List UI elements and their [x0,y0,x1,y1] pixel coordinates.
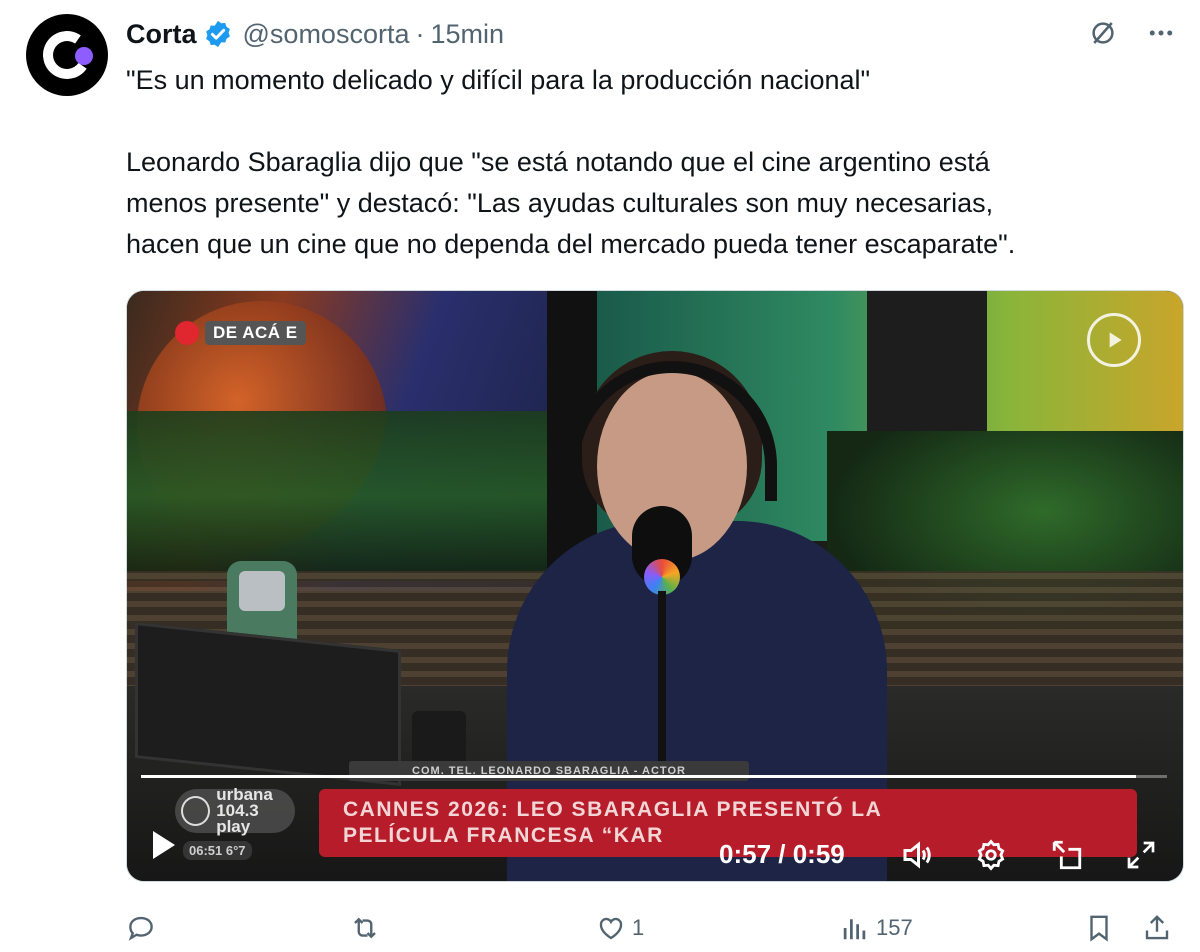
video-progress-fill [141,775,1137,778]
video-time: 0:57 / 0:59 [719,839,845,869]
reply-button[interactable] [126,913,350,943]
views-button[interactable]: 157 [840,913,1084,943]
plants-left [127,411,547,581]
reply-icon [128,916,153,941]
channel-watermark-icon [1087,313,1141,367]
like-count: 1 [632,915,645,940]
grok-icon[interactable] [1086,16,1120,50]
live-tag: DE ACÁ E [205,321,306,345]
picture-in-picture-icon[interactable] [1049,837,1085,873]
share-icon [1145,915,1169,940]
verified-badge-icon [205,20,230,48]
views-icon [843,919,866,940]
author-handle[interactable]: @somoscorta [243,19,410,50]
video-progress-bar[interactable] [141,775,1167,778]
tweet-header: Corta @somoscorta · 15min [126,16,504,52]
video-controls: 0:57 / 0:59 [127,811,1183,871]
corta-logo-dot [75,47,93,65]
live-dot-icon [175,321,199,345]
play-icon[interactable] [153,831,175,859]
author-name[interactable]: Corta [126,19,197,50]
tweet-timestamp[interactable]: 15min [430,19,504,50]
tweet-action-bar: 1 157 [126,908,1178,948]
header-separator: · [415,18,425,49]
thermos-cap [239,571,285,611]
tweet-body: Leonardo Sbaraglia dijo que "se está not… [126,147,1016,259]
views-count: 157 [876,915,913,940]
tweet-quote: "Es un momento delicado y difícil para l… [126,65,871,95]
mic-stand [658,591,666,771]
video-player[interactable]: DE ACÁ E COM. TEL. LEONARDO SBARAGLIA - … [126,290,1184,882]
caller-caption: COM. TEL. LEONARDO SBARAGLIA - ACTOR [349,761,749,781]
author-avatar[interactable] [26,14,108,96]
fullscreen-icon[interactable] [1123,837,1159,873]
volume-icon[interactable] [899,837,935,873]
like-button[interactable]: 1 [596,913,840,943]
more-icon[interactable] [1144,16,1178,50]
settings-icon[interactable] [973,837,1009,873]
tweet-top-actions [1086,16,1178,50]
tweet-text: "Es un momento delicado y difícil para l… [126,60,1176,265]
share-button[interactable] [1142,913,1172,943]
mic-logo [644,559,680,595]
live-indicator: DE ACÁ E [175,321,306,345]
repost-icon [354,917,376,939]
like-icon [599,917,623,940]
bookmark-icon [1090,915,1108,942]
repost-button[interactable] [350,913,596,943]
bookmark-button[interactable] [1084,913,1142,943]
